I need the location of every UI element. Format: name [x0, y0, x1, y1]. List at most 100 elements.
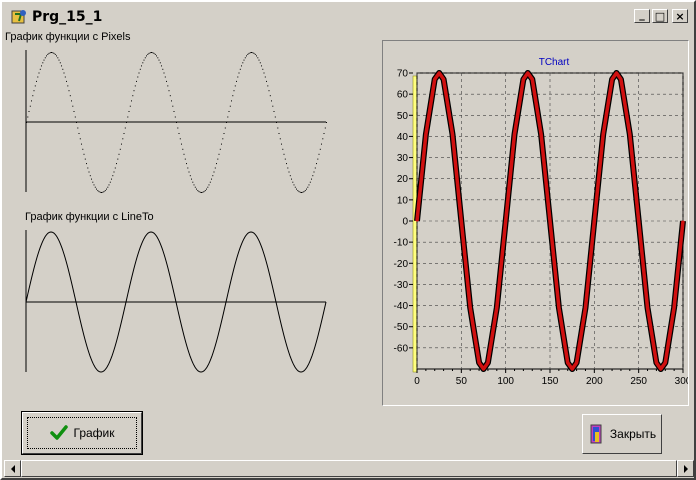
y-tick-label: 60	[397, 90, 409, 101]
pixel-point	[248, 52, 250, 54]
pixel-point	[216, 163, 217, 165]
pixel-point	[42, 62, 44, 64]
data-point	[496, 306, 498, 309]
data-point	[482, 368, 485, 370]
pixel-point	[119, 148, 121, 150]
pixel-point	[198, 191, 200, 193]
pixel-point	[307, 186, 309, 188]
pixel-point	[223, 133, 225, 134]
minimize-button[interactable]: _	[634, 9, 650, 23]
pixel-point	[187, 167, 189, 169]
title-bar[interactable]: Prg_15_1 _ □ ×	[4, 4, 692, 30]
pixel-point	[177, 127, 179, 129]
pixel-point	[91, 178, 92, 180]
pixel-point	[319, 148, 321, 150]
pixel-point	[263, 72, 265, 74]
pixel-point	[34, 85, 36, 87]
pixel-point	[72, 105, 74, 107]
pixel-point	[161, 65, 162, 67]
pixel-point	[191, 178, 192, 180]
pixel-point	[86, 163, 87, 165]
scroll-left-button[interactable]	[4, 460, 21, 477]
lineto-graph	[25, 230, 327, 373]
pixel-point	[284, 158, 286, 160]
data-point	[442, 78, 445, 81]
x-tick-label: 0	[414, 376, 420, 387]
pixel-point	[226, 122, 227, 123]
scrollbar-thumb[interactable]	[21, 460, 677, 477]
pixel-point	[208, 184, 210, 186]
pixel-point	[197, 190, 199, 192]
pixel-point	[79, 138, 81, 140]
pixel-point	[318, 153, 320, 155]
pixel-point	[66, 80, 67, 82]
pixel-point	[224, 127, 226, 129]
pixel-point	[46, 55, 47, 57]
pixel-point	[201, 192, 202, 193]
data-point	[602, 133, 604, 136]
pixel-point	[291, 178, 292, 180]
pixel-point	[221, 143, 222, 145]
pixel-point	[206, 188, 207, 190]
x-tick-label: 50	[456, 376, 468, 387]
data-point	[451, 133, 454, 136]
plot-button[interactable]: График	[21, 411, 143, 455]
close-button[interactable]: Закрыть	[582, 414, 662, 454]
pixel-point	[209, 181, 211, 183]
close-window-button[interactable]: ×	[672, 9, 688, 23]
pixel-point	[194, 186, 196, 188]
pixel-point	[257, 57, 259, 59]
data-point	[549, 220, 551, 222]
maximize-button[interactable]: □	[652, 9, 668, 23]
pixel-point	[48, 52, 50, 54]
pixel-point	[207, 186, 209, 188]
pixel-point	[104, 190, 106, 192]
pixel-point	[36, 80, 37, 82]
pixel-point	[74, 116, 76, 118]
scroll-right-button[interactable]	[677, 460, 694, 477]
pixel-point	[178, 133, 180, 134]
pixel-point	[294, 186, 296, 188]
pixel-point	[262, 68, 264, 70]
pixel-point	[219, 148, 221, 150]
pixel-point	[162, 68, 164, 70]
x-tick-label: 250	[630, 376, 647, 387]
pixel-point	[113, 171, 115, 173]
pixel-point	[83, 153, 85, 155]
pixel-point	[326, 122, 327, 123]
pixel-point	[233, 90, 235, 92]
pixel-point	[98, 191, 100, 193]
pixel-point	[256, 55, 257, 57]
pixel-point	[89, 175, 91, 177]
pixel-point	[211, 178, 212, 180]
pixel-point	[244, 57, 246, 59]
pixel-point	[136, 80, 137, 82]
data-point	[522, 78, 525, 81]
pixel-point	[181, 143, 182, 145]
y-tick-label: -10	[394, 238, 409, 249]
pixel-point	[214, 167, 216, 169]
pixel-point	[282, 148, 284, 150]
pixel-point	[44, 57, 46, 59]
pixel-point	[153, 52, 155, 54]
pixel-point	[163, 72, 165, 74]
pixel-point	[56, 55, 57, 57]
pixel-point	[312, 175, 314, 177]
pixel-point	[174, 116, 176, 118]
pixel-point	[63, 72, 65, 74]
pixel-point	[103, 191, 105, 193]
pixel-point	[132, 95, 134, 97]
horizontal-scrollbar[interactable]	[4, 460, 694, 477]
pixel-point	[124, 127, 126, 129]
pixel-point	[43, 59, 45, 61]
pixel-point	[317, 158, 319, 160]
data-point	[469, 306, 471, 309]
data-point	[646, 306, 649, 309]
pixel-point	[37, 76, 39, 78]
pixel-point	[227, 116, 229, 118]
pixel-point	[314, 167, 316, 169]
pixel-point	[268, 90, 270, 92]
pixel-point	[299, 191, 301, 193]
pixel-point	[107, 186, 109, 188]
pixel-point	[288, 171, 290, 173]
